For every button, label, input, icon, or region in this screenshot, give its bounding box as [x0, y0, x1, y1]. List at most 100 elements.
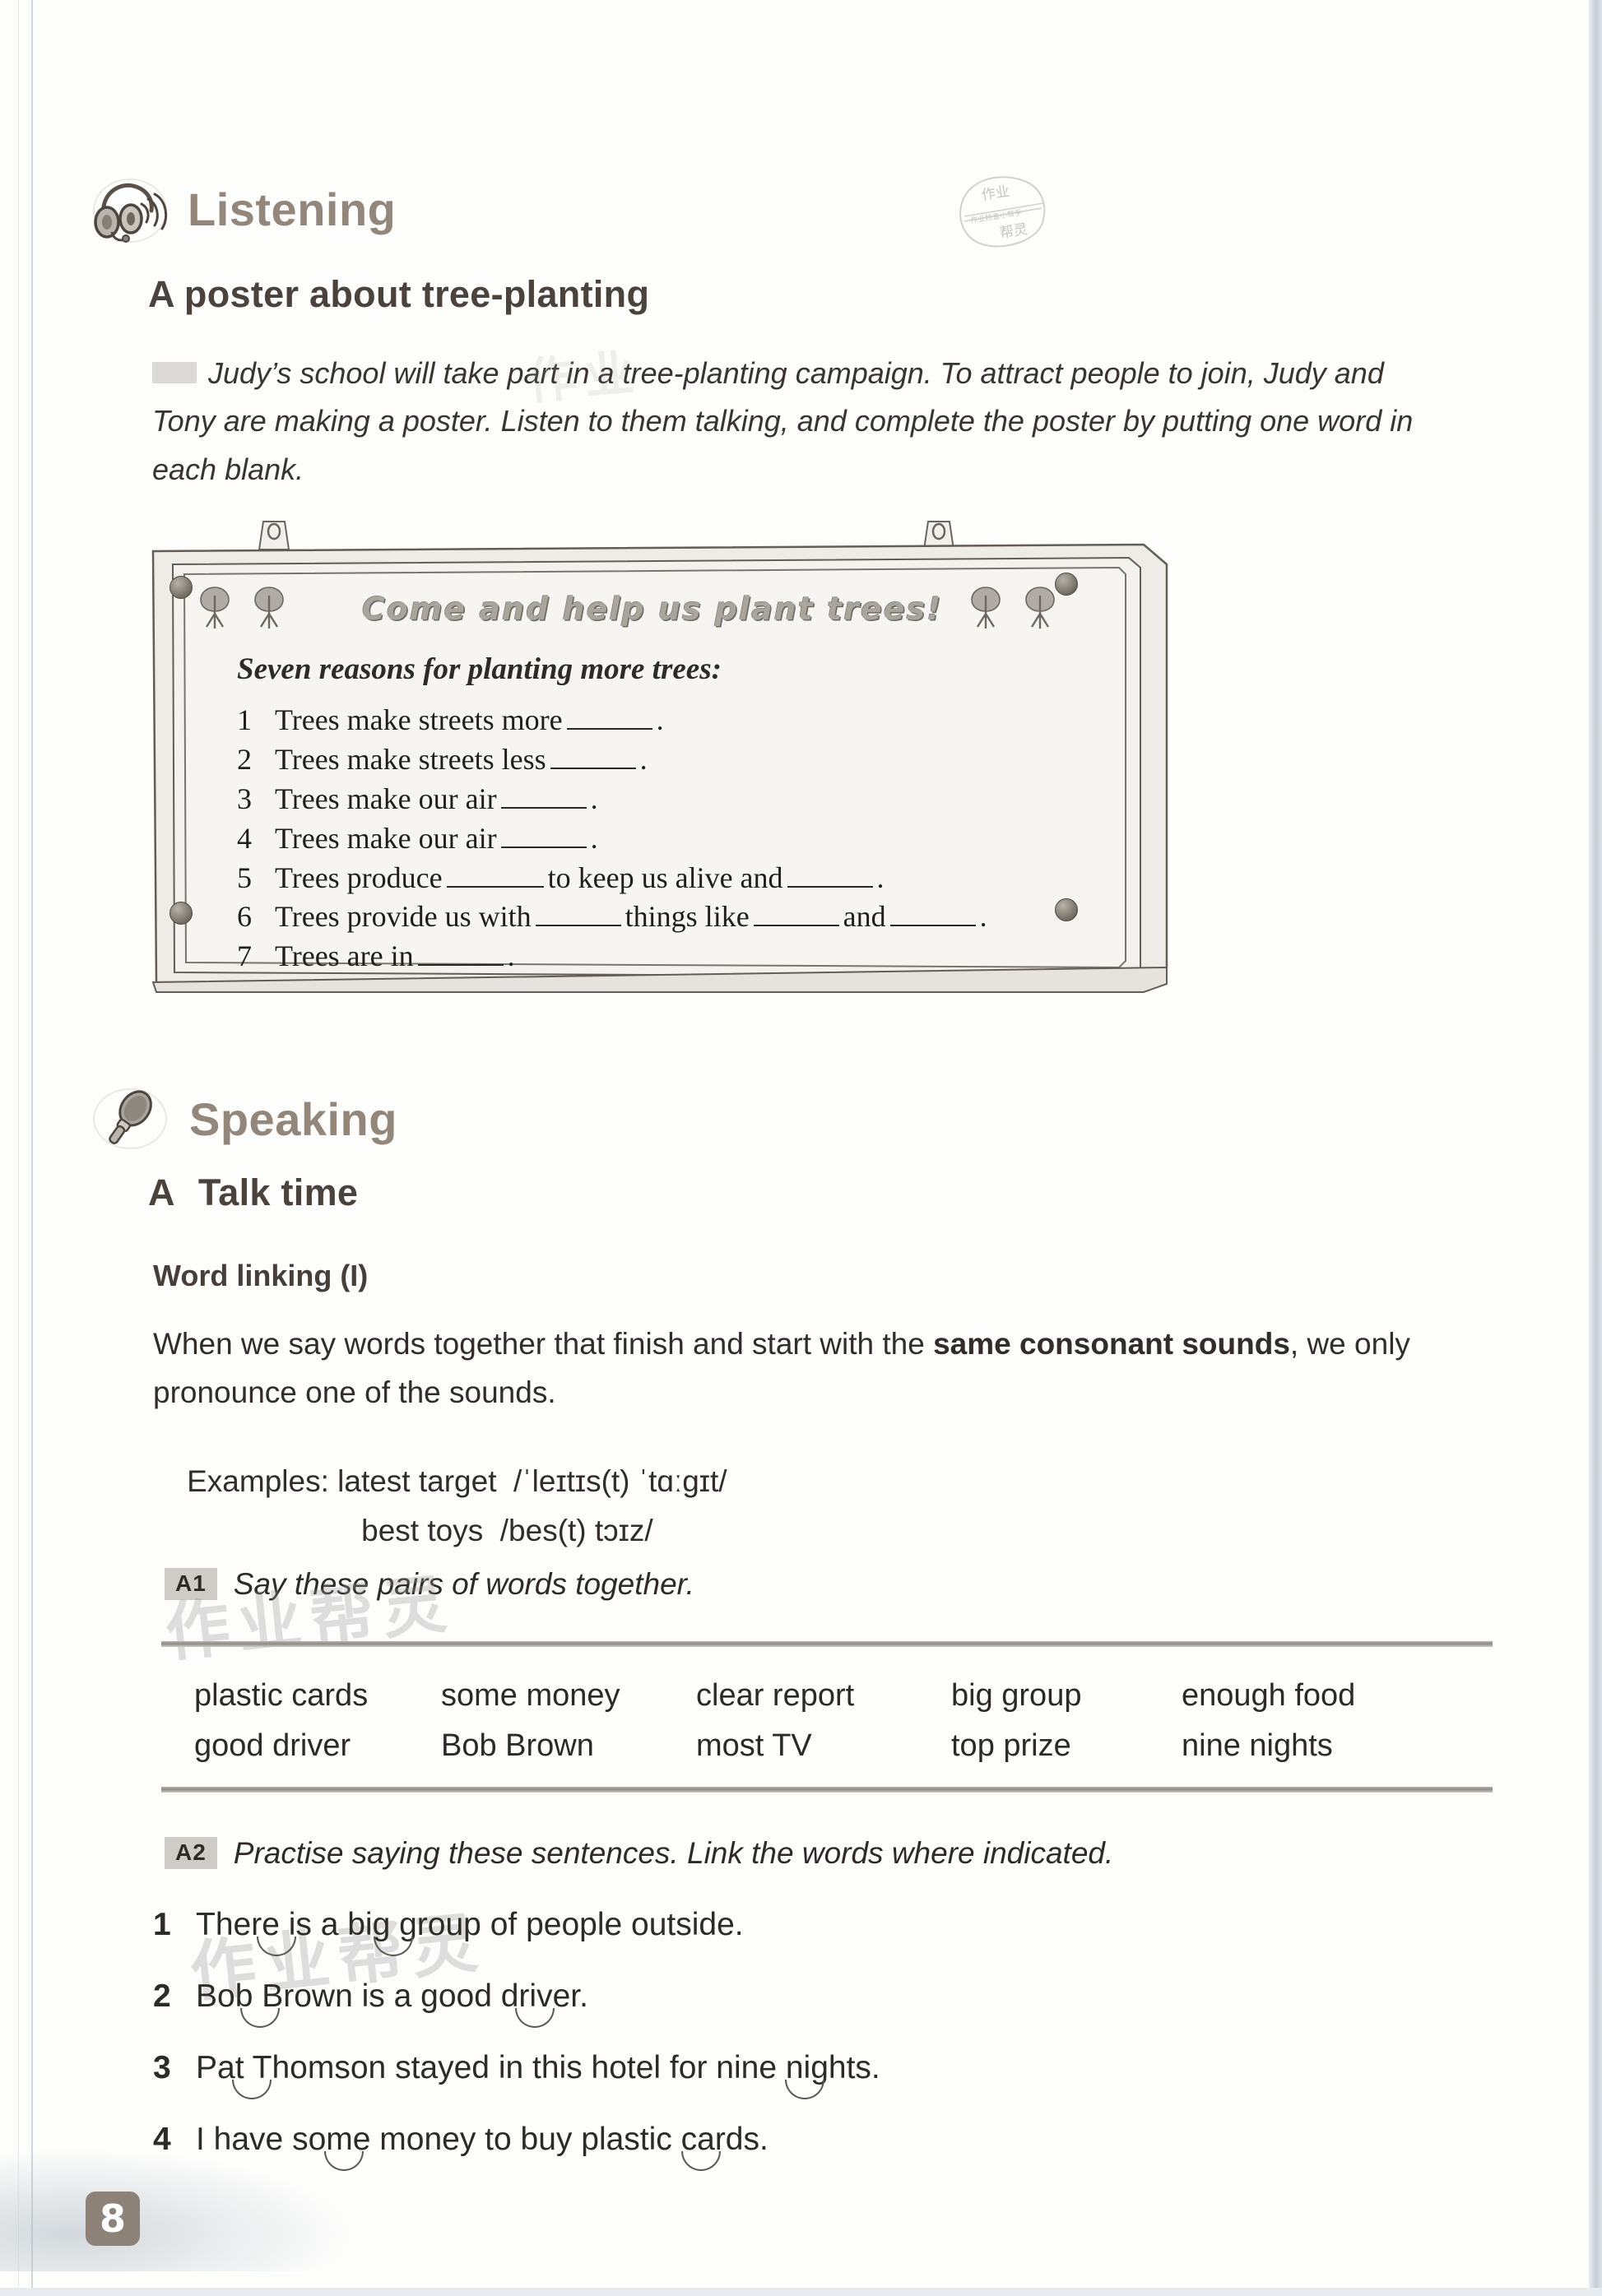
- item-text-after: .: [590, 821, 598, 855]
- item-number: 3: [237, 782, 252, 815]
- poster-subtitle: Seven reasons for planting more trees:: [237, 652, 722, 686]
- poster-list-item: 6 Trees provide us with things like and.: [237, 898, 987, 937]
- answer-blank[interactable]: [566, 728, 652, 730]
- task-badge-a1: A1: [165, 1568, 217, 1600]
- poster-list-item: 3 Trees make our air.: [237, 780, 987, 819]
- word-pairs-table: plastic cards some money clear report bi…: [194, 1678, 1478, 1764]
- answer-blank[interactable]: [889, 925, 976, 927]
- poster-pin-bottom-right: [1055, 898, 1078, 921]
- word-pair: most TV: [696, 1728, 812, 1763]
- answer-blank[interactable]: [417, 964, 504, 967]
- item-number: 1: [237, 703, 252, 736]
- word-linking-subheading: Word linking (I): [153, 1259, 369, 1292]
- item-text-before: Trees provide us with: [275, 900, 532, 934]
- sentence-number: 3: [153, 2050, 171, 2085]
- answer-blank[interactable]: [550, 767, 636, 769]
- word-pair: big group: [951, 1678, 1082, 1713]
- poster-title: Come and help us plant trees!: [361, 591, 943, 627]
- sentence-row: 3 Pat Thomson stayed in this hotel for n…: [153, 2050, 880, 2122]
- linking-arc: [257, 1937, 296, 1956]
- listening-intro: Judy’s school will take part in a tree-p…: [152, 350, 1436, 494]
- headphones-icon: [91, 174, 169, 245]
- word-pair: good driver: [194, 1728, 351, 1763]
- speaking-section-header: Speaking: [92, 1084, 397, 1155]
- part-letter: A: [148, 1171, 175, 1213]
- linking-arc: [374, 1937, 413, 1956]
- item-text-after: .: [639, 742, 648, 776]
- poster-reasons-list: 1 Trees make streets more. 2 Trees make …: [237, 701, 987, 976]
- item-text-mid: things like: [625, 900, 750, 934]
- item-text-before: Trees make streets less: [275, 742, 546, 776]
- poster-pin-bottom-left: [169, 902, 193, 925]
- poster-list-item: 5 Trees produce to keep us alive and.: [237, 859, 987, 898]
- task-a2-instruction: Practise saying these sentences. Link th…: [233, 1836, 1114, 1870]
- listening-section-label: Listening: [188, 183, 397, 235]
- page-edge-bottom-strip: [0, 2288, 1602, 2296]
- linking-arc: [515, 2008, 555, 2028]
- sentence-number: 4: [153, 2122, 171, 2157]
- answer-blank[interactable]: [753, 925, 839, 927]
- answer-blank[interactable]: [535, 925, 621, 927]
- sentence-number: 2: [153, 1978, 171, 2014]
- microphone-icon: [92, 1084, 171, 1155]
- word-pair: nine nights: [1182, 1728, 1333, 1763]
- examples-label: Examples:: [187, 1464, 329, 1498]
- linking-arc: [232, 2080, 272, 2099]
- word-pair: clear report: [696, 1678, 855, 1713]
- item-text-before: Trees make our air: [275, 821, 497, 855]
- page-edge-line-outer: [18, 0, 19, 2296]
- example-2-ipa: /bes(t) tɔɪz/: [499, 1514, 653, 1547]
- rule-text-part1: When we say words together that finish a…: [153, 1327, 934, 1361]
- linking-arc: [324, 2151, 364, 2171]
- task-badge-a2: A2: [165, 1837, 217, 1869]
- pairs-rule-top: [161, 1641, 1493, 1647]
- item-text-after: .: [656, 703, 664, 736]
- word-linking-rule: When we say words together that finish a…: [153, 1320, 1453, 1417]
- part-title: Talk time: [197, 1171, 359, 1213]
- item-number: 5: [237, 860, 252, 894]
- textbook-page: Listening 作业 作业检查小帮手 帮灵 A poster about t…: [0, 0, 1602, 2296]
- item-text-after: .: [876, 860, 885, 894]
- sentence-row: 1 There is a big group of people outside…: [153, 1907, 880, 1978]
- watermark-stamp: 作业 作业检查小帮手 帮灵: [946, 169, 1053, 255]
- sentence-text: Pat Thomson stayed in this hotel for nin…: [196, 2050, 880, 2085]
- page-edge-line-inner: [31, 0, 33, 2296]
- item-number: 4: [237, 821, 252, 855]
- task-a1: A1 Say these pairs of words together.: [165, 1567, 694, 1603]
- item-number: 6: [237, 900, 252, 934]
- word-pair: plastic cards: [194, 1678, 369, 1713]
- poster-list-item: 7 Trees are in.: [237, 937, 987, 976]
- word-pair: some money: [441, 1678, 620, 1713]
- word-pair: enough food: [1182, 1678, 1356, 1713]
- answer-blank[interactable]: [787, 885, 873, 888]
- speaking-section-label: Speaking: [189, 1093, 397, 1145]
- word-pair: Bob Brown: [441, 1728, 594, 1763]
- answer-blank[interactable]: [500, 806, 587, 809]
- task-a2: A2 Practise saying these sentences. Link…: [165, 1836, 1113, 1872]
- linking-arc: [785, 2080, 824, 2099]
- item-number: 7: [237, 939, 252, 973]
- sentence-number: 1: [153, 1907, 171, 1942]
- item-number: 2: [237, 742, 252, 776]
- answer-blank[interactable]: [500, 846, 587, 848]
- svg-text:帮灵: 帮灵: [999, 221, 1029, 242]
- item-text-before: Trees make streets more: [275, 703, 563, 736]
- item-text-before: Trees are in: [275, 939, 414, 973]
- item-text-before: Trees make our air: [275, 782, 497, 815]
- rule-text-bold: same consonant sounds: [933, 1327, 1290, 1361]
- item-text-after: .: [590, 782, 598, 815]
- audio-cue-marker: [152, 362, 197, 384]
- item-text-after: .: [507, 939, 515, 973]
- word-pair: top prize: [951, 1728, 1071, 1763]
- answer-blank[interactable]: [446, 885, 544, 888]
- item-text-after: and: [843, 900, 886, 934]
- listening-intro-text: Judy’s school will take part in a tree-p…: [152, 356, 1414, 486]
- linking-arc: [240, 2008, 280, 2028]
- poster-pin-top-left: [169, 576, 193, 599]
- pairs-rule-bottom: [161, 1787, 1493, 1793]
- poster-illustration: Come and help us plant trees! Seven reas…: [148, 517, 1172, 994]
- linking-arc: [681, 2151, 721, 2171]
- poster-list-item: 2 Trees make streets less.: [237, 740, 987, 780]
- poster-content: Come and help us plant trees! Seven reas…: [169, 573, 1107, 972]
- page-number: 8: [86, 2192, 140, 2246]
